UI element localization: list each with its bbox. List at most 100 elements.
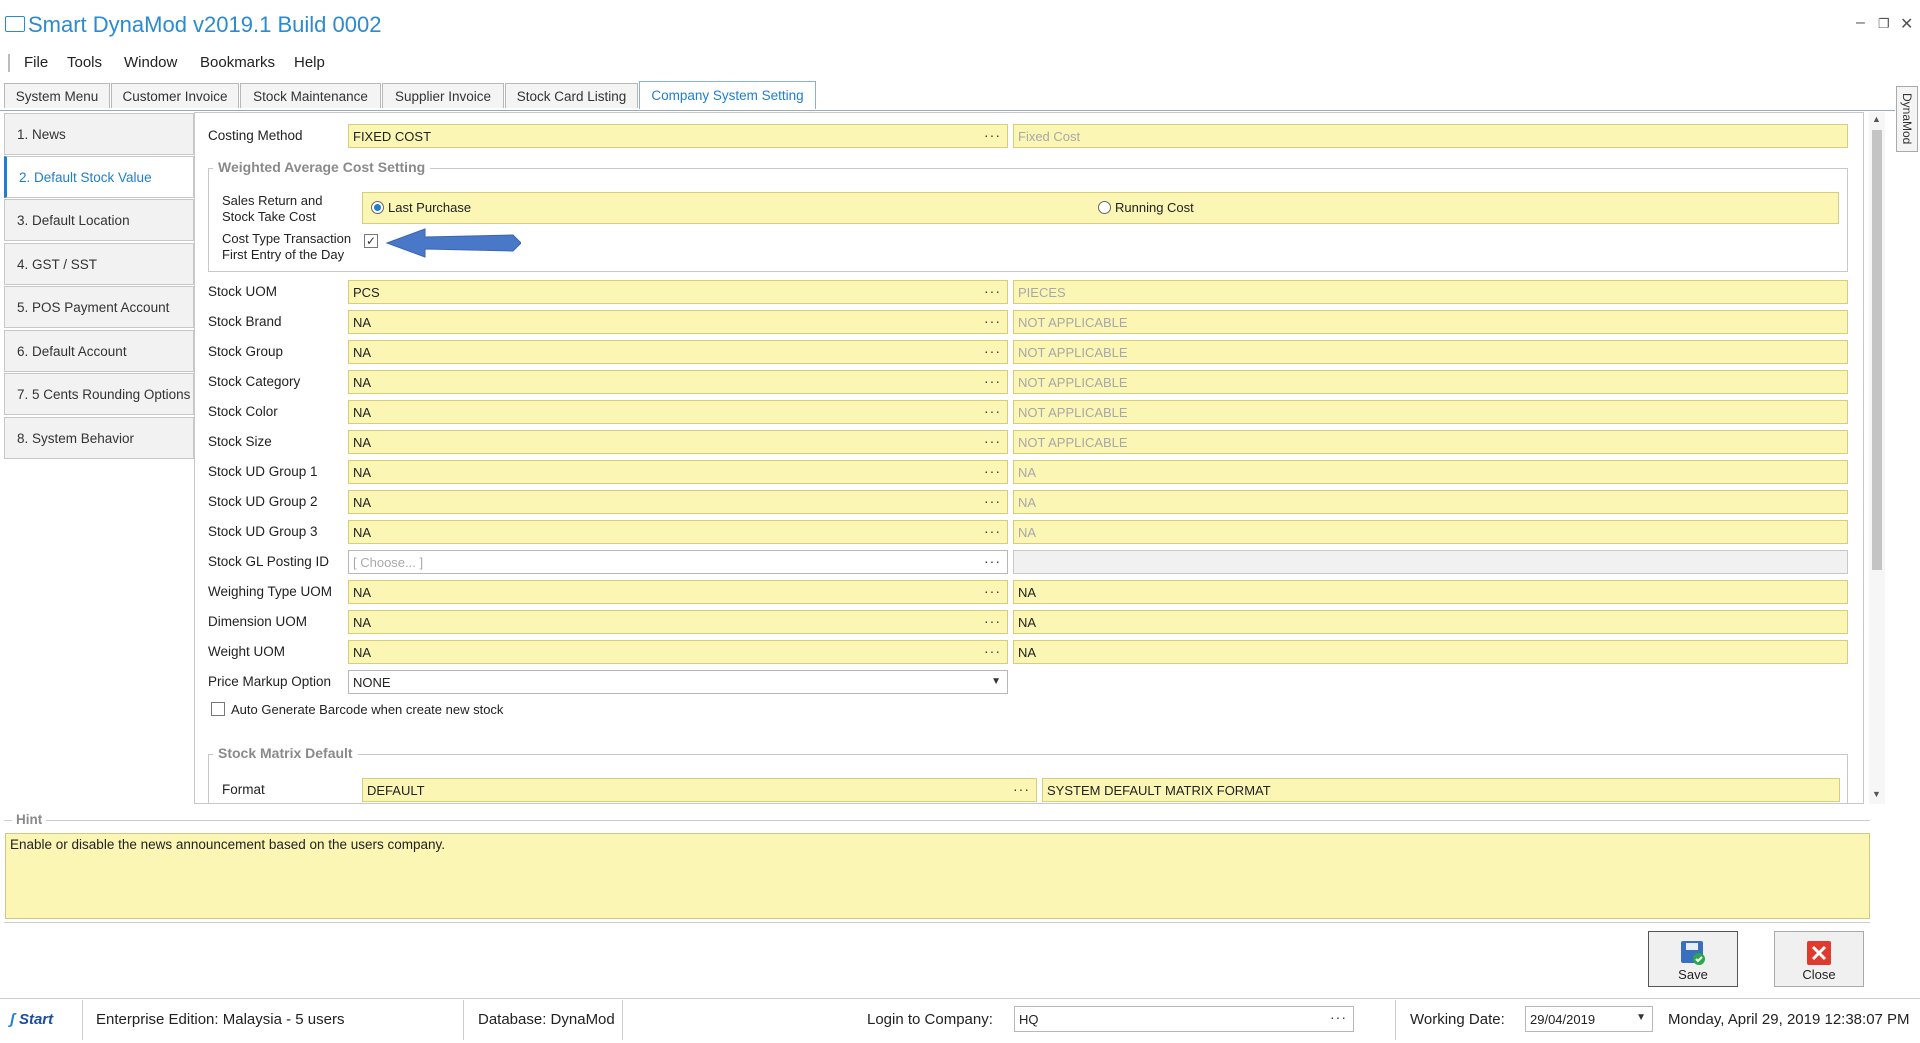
auto-barcode-checkbox[interactable] [211,702,225,716]
login-company-label: Login to Company: [867,1011,993,1028]
price-markup-label: Price Markup Option [208,674,332,689]
side-tab-dynamod[interactable]: DynaMod [1896,86,1918,152]
lookup-icon: ··· [984,373,1001,389]
nav-pos-payment-account[interactable]: 5. POS Payment Account [4,286,194,328]
radio-running-cost[interactable] [1098,201,1111,214]
button-bar-divider [4,922,1870,923]
scroll-up-icon[interactable]: ▲ [1872,114,1881,124]
radio-last-purchase[interactable] [371,201,384,214]
lookup-icon: ··· [984,643,1001,659]
stock-gl-posting-desc [1013,550,1848,574]
hint-text: Enable or disable the news announcement … [5,833,1870,919]
working-date-picker[interactable]: 29/04/2019 ▼ [1525,1006,1653,1032]
menu-tools[interactable]: Tools [67,54,102,71]
minimize-icon[interactable]: – [1856,14,1865,32]
lookup-icon: ··· [984,463,1001,479]
stock-uom-field[interactable]: PCS ··· [348,280,1008,304]
stock-group-desc: NOT APPLICABLE [1013,340,1848,364]
lookup-icon: ··· [984,403,1001,419]
tab-customer-invoice[interactable]: Customer Invoice [111,83,239,108]
stock-color-desc: NOT APPLICABLE [1013,400,1848,424]
stock-group-field[interactable]: NA ··· [348,340,1008,364]
format-field[interactable]: DEFAULT ··· [362,778,1037,802]
stock-ud-group-2-field[interactable]: NA ··· [348,490,1008,514]
stock-color-field[interactable]: NA ··· [348,400,1008,424]
stock-ud-group-1-desc: NA [1013,460,1848,484]
weighing-type-uom-label: Weighing Type UOM [208,584,333,599]
nav-default-account[interactable]: 6. Default Account [4,330,194,372]
lookup-icon: ··· [984,433,1001,449]
dimension-uom-field[interactable]: NA ··· [348,610,1008,634]
close-window-icon[interactable]: ✕ [1900,14,1913,34]
chevron-down-icon: ▼ [1636,1012,1646,1023]
weight-uom-desc: NA [1013,640,1848,664]
nav-default-stock-value[interactable]: 2. Default Stock Value [4,156,194,198]
tab-company-system-setting[interactable]: Company System Setting [639,81,816,109]
price-markup-select[interactable]: NONE ▼ [348,670,1008,694]
lookup-icon[interactable]: ··· [984,127,1001,143]
nav-system-behavior[interactable]: 8. System Behavior [4,417,194,459]
sales-return-options: Last Purchase Running Cost [362,192,1839,224]
costing-method-code: FIXED COST [353,128,432,144]
login-company-field[interactable]: HQ ··· [1014,1006,1354,1032]
stock-ud-group-1-field[interactable]: NA ··· [348,460,1008,484]
annotation-arrow-icon [385,228,521,258]
lookup-icon: ··· [984,613,1001,629]
stock-brand-desc: NOT APPLICABLE [1013,310,1848,334]
save-button[interactable]: Save [1648,931,1738,987]
last-purchase-label[interactable]: Last Purchase [388,200,471,215]
stock-category-field[interactable]: NA ··· [348,370,1008,394]
stock-ud-group-3-field[interactable]: NA ··· [348,520,1008,544]
scroll-down-icon[interactable]: ▼ [1872,789,1881,799]
stock-brand-field[interactable]: NA ··· [348,310,1008,334]
status-separator [82,1000,83,1040]
nav-default-location[interactable]: 3. Default Location [4,199,194,241]
stock-color-label: Stock Color [208,404,278,419]
stock-category-label: Stock Category [208,374,301,389]
cost-type-checkbox[interactable]: ✓ [364,234,378,248]
status-separator [622,1000,623,1040]
matrix-group-title: Stock Matrix Default [213,745,358,761]
working-date-label: Working Date: [1410,1011,1505,1028]
restore-icon[interactable]: ❐ [1878,16,1890,32]
edition-text: Enterprise Edition: Malaysia - 5 users [96,1011,345,1028]
weight-uom-label: Weight UOM [208,644,286,659]
sales-return-label: Sales Return and Stock Take Cost [222,193,323,224]
costing-method-label: Costing Method [208,128,303,143]
scroll-thumb[interactable] [1872,130,1882,570]
dimension-uom-label: Dimension UOM [208,614,308,629]
menu-bookmarks[interactable]: Bookmarks [200,54,275,71]
stock-uom-desc: PIECES [1013,280,1848,304]
running-cost-label[interactable]: Running Cost [1115,200,1194,215]
nav-news[interactable]: 1. News [4,113,194,155]
lookup-icon: ··· [984,523,1001,539]
stock-size-field[interactable]: NA ··· [348,430,1008,454]
costing-method-desc: Fixed Cost [1013,124,1848,148]
stock-uom-label: Stock UOM [208,284,278,299]
nav-gst-sst[interactable]: 4. GST / SST [4,243,194,285]
stock-size-label: Stock Size [208,434,272,449]
costing-method-field[interactable]: FIXED COST ··· [348,124,1008,148]
stock-ud-group-1-label: Stock UD Group 1 [208,464,318,479]
tab-system-menu[interactable]: System Menu [4,83,110,108]
stock-category-desc: NOT APPLICABLE [1013,370,1848,394]
hint-divider [4,820,1870,821]
cost-type-label: Cost Type Transaction First Entry of the… [222,231,352,262]
weight-uom-field[interactable]: NA ··· [348,640,1008,664]
chevron-down-icon[interactable]: ▼ [991,676,1001,687]
menu-window[interactable]: Window [124,54,177,71]
window-title: Smart DynaMod v2019.1 Build 0002 [28,12,382,37]
close-button[interactable]: Close [1774,931,1864,987]
tab-supplier-invoice[interactable]: Supplier Invoice [382,83,504,108]
tab-stock-maintenance[interactable]: Stock Maintenance [240,83,381,108]
menu-file[interactable]: File [24,54,48,71]
stock-gl-posting-field[interactable]: [ Choose... ] ··· [348,550,1008,574]
auto-barcode-label[interactable]: Auto Generate Barcode when create new st… [231,702,503,717]
weighing-type-uom-field[interactable]: NA ··· [348,580,1008,604]
tab-stock-card-listing[interactable]: Stock Card Listing [505,83,638,108]
start-button[interactable]: ʃ Start [10,1011,53,1028]
lookup-icon: ··· [984,313,1001,329]
nav-rounding-options[interactable]: 7. 5 Cents Rounding Options [4,373,194,415]
menu-help[interactable]: Help [294,54,325,71]
close-icon [1807,941,1831,965]
